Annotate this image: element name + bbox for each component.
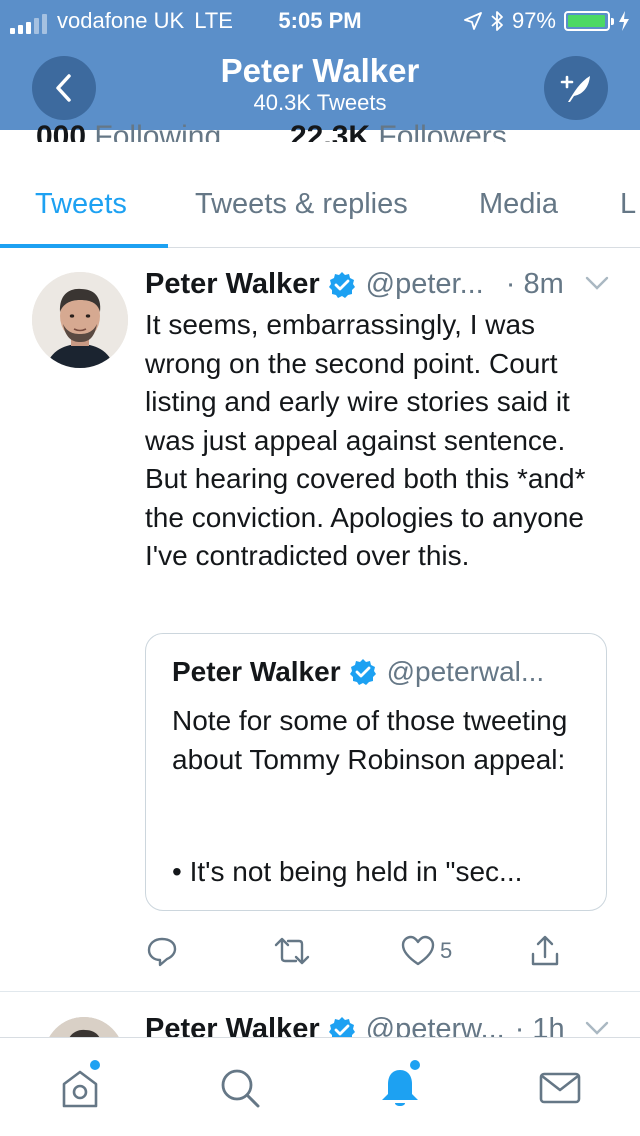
tweet-author-handle[interactable]: @peterw... [366, 1013, 505, 1037]
tweet-timestamp[interactable]: · 1h [515, 1013, 565, 1037]
bluetooth-icon [491, 11, 503, 31]
chevron-down-icon[interactable] [584, 274, 610, 292]
tweet-actions: 5 [0, 934, 640, 978]
compose-tweet-button[interactable] [544, 56, 608, 120]
tweet-author-handle[interactable]: @peter... [366, 268, 484, 301]
profile-header: vodafone UK LTE 5:05 PM 97% Peter Walker… [0, 0, 640, 130]
share-button[interactable] [528, 934, 562, 968]
nav-search[interactable] [216, 1064, 264, 1112]
nav-messages[interactable] [536, 1064, 584, 1112]
retweet-icon [274, 937, 310, 965]
quoted-tweet-text: Note for some of those tweeting about To… [172, 705, 568, 775]
tweet[interactable]: Peter Walker @peterw... · 1h [0, 993, 640, 1037]
tweet-author-name[interactable]: Peter Walker [145, 1013, 320, 1037]
quoted-tweet-bullet: • It's not being held in "sec... [172, 856, 523, 887]
tab-media[interactable]: Media [479, 188, 558, 221]
following-count[interactable]: 000 Following [36, 120, 221, 142]
quoted-author-handle: @peterwal... [386, 656, 545, 687]
quoted-tweet-header: Peter Walker @peterwal... [172, 656, 544, 688]
nav-notifications[interactable] [376, 1060, 424, 1112]
search-icon [221, 1069, 260, 1108]
avatar-portrait [44, 1017, 124, 1037]
tweet-text: It seems, embarrassingly, I was wrong on… [145, 309, 586, 571]
notifications-icon [382, 1070, 418, 1106]
battery-percent: 97% [511, 8, 556, 33]
share-icon [531, 935, 559, 966]
status-bar: vodafone UK LTE 5:05 PM 97% [0, 0, 640, 40]
chevron-down-icon[interactable] [584, 1019, 610, 1037]
tweet-timestamp[interactable]: · 8m [506, 268, 564, 301]
battery-fill [568, 15, 605, 27]
tweet-author-name[interactable]: Peter Walker [145, 268, 320, 301]
avatar-portrait [32, 272, 128, 368]
reply-icon [147, 937, 177, 967]
notifications-dot [410, 1060, 420, 1070]
bottom-tab-bar [0, 1037, 640, 1136]
quoted-author-name: Peter Walker [172, 656, 341, 687]
home-notification-dot [90, 1060, 100, 1070]
profile-stats-row: 000 Following 22.3K Followers [0, 112, 640, 142]
home-icon [62, 1070, 98, 1108]
followers-count[interactable]: 22.3K Followers [290, 120, 507, 142]
tweet-header: Peter Walker @peter... · 8m [145, 268, 564, 301]
like-count: 5 [440, 938, 453, 963]
like-button[interactable]: 5 [400, 934, 452, 968]
avatar[interactable] [32, 272, 128, 368]
compose-tweet-icon [560, 75, 590, 102]
tab-likes[interactable]: L [620, 188, 636, 221]
tweet-header: Peter Walker @peterw... · 1h [145, 1013, 565, 1037]
avatar[interactable] [44, 1017, 124, 1037]
heart-icon [401, 935, 435, 966]
messages-icon [539, 1072, 581, 1104]
nav-home[interactable] [56, 1060, 104, 1112]
tab-tweets-and-replies[interactable]: Tweets & replies [195, 188, 408, 221]
location-icon [464, 12, 482, 30]
reply-button[interactable] [145, 934, 179, 968]
profile-tabs: Tweets Tweets & replies Media L [0, 168, 640, 248]
tweet[interactable]: Peter Walker @peter... · 8m It seems, em… [0, 248, 640, 992]
verified-badge-icon [328, 271, 355, 298]
quoted-tweet[interactable]: Peter Walker @peterwal... Note for some … [145, 633, 607, 911]
status-right: 97% [464, 8, 630, 34]
verified-badge-icon [349, 659, 376, 685]
verified-badge-icon [328, 1016, 355, 1037]
retweet-button[interactable] [272, 934, 312, 968]
charging-icon [619, 11, 629, 31]
battery-icon [564, 11, 614, 31]
tab-tweets[interactable]: Tweets [35, 188, 127, 221]
